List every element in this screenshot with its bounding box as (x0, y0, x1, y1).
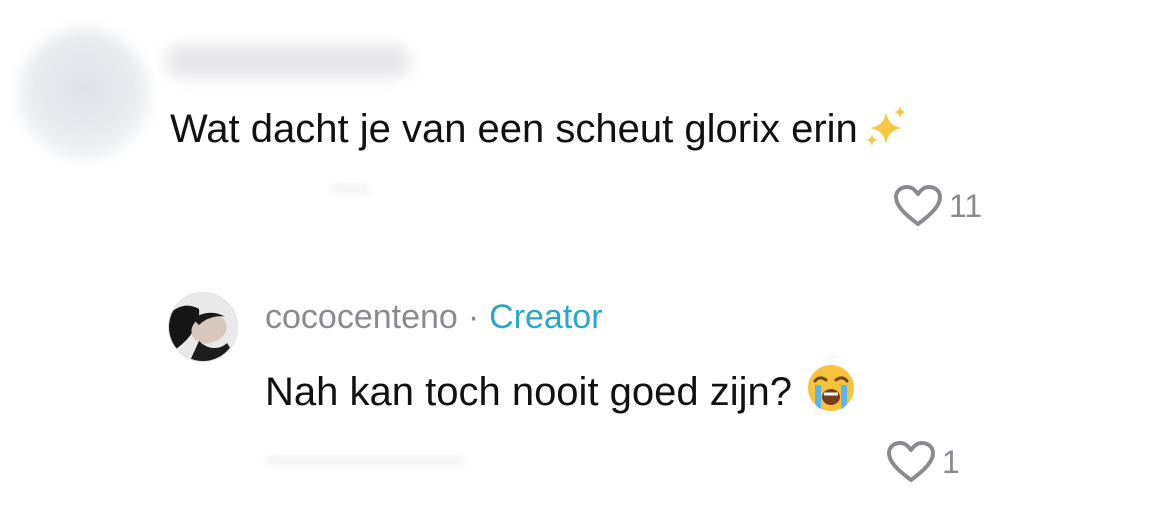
like-count: 11 (949, 187, 983, 224)
heart-outline-icon[interactable] (886, 440, 936, 484)
comment-author-blurred (165, 44, 410, 78)
reply-header: cococenteno · Creator (265, 296, 603, 338)
person-photo-icon (169, 293, 237, 361)
heart-outline-icon[interactable] (893, 184, 943, 228)
like-button[interactable]: 11 (893, 184, 982, 228)
comment-text-row: Wat dacht je van een scheut glorix erin (170, 104, 910, 153)
loudly-crying-face-emoji-icon (806, 363, 856, 413)
separator-dot: · (467, 298, 480, 336)
reply-text: Nah kan toch nooit goed zijn? (265, 370, 793, 414)
creator-badge: Creator (489, 298, 603, 336)
reply-meta-faint (265, 456, 465, 466)
reply-avatar[interactable] (168, 292, 238, 362)
sparkles-emoji-icon (862, 104, 910, 150)
comment-item: Wat dacht je van een scheut glorix erin … (0, 0, 1170, 250)
reply-author-name[interactable]: cococenteno (265, 298, 458, 336)
reply-item: cococenteno · Creator Nah kan toch nooit g… (0, 250, 1170, 520)
avatar[interactable] (18, 28, 150, 160)
reply-like-button[interactable]: 1 (886, 440, 960, 484)
reply-text-row: Nah kan toch nooit goed zijn? (265, 363, 856, 416)
like-count: 1 (942, 443, 960, 480)
comment-text: Wat dacht je van een scheut glorix erin (170, 107, 858, 151)
comment-meta-faint (330, 184, 370, 194)
